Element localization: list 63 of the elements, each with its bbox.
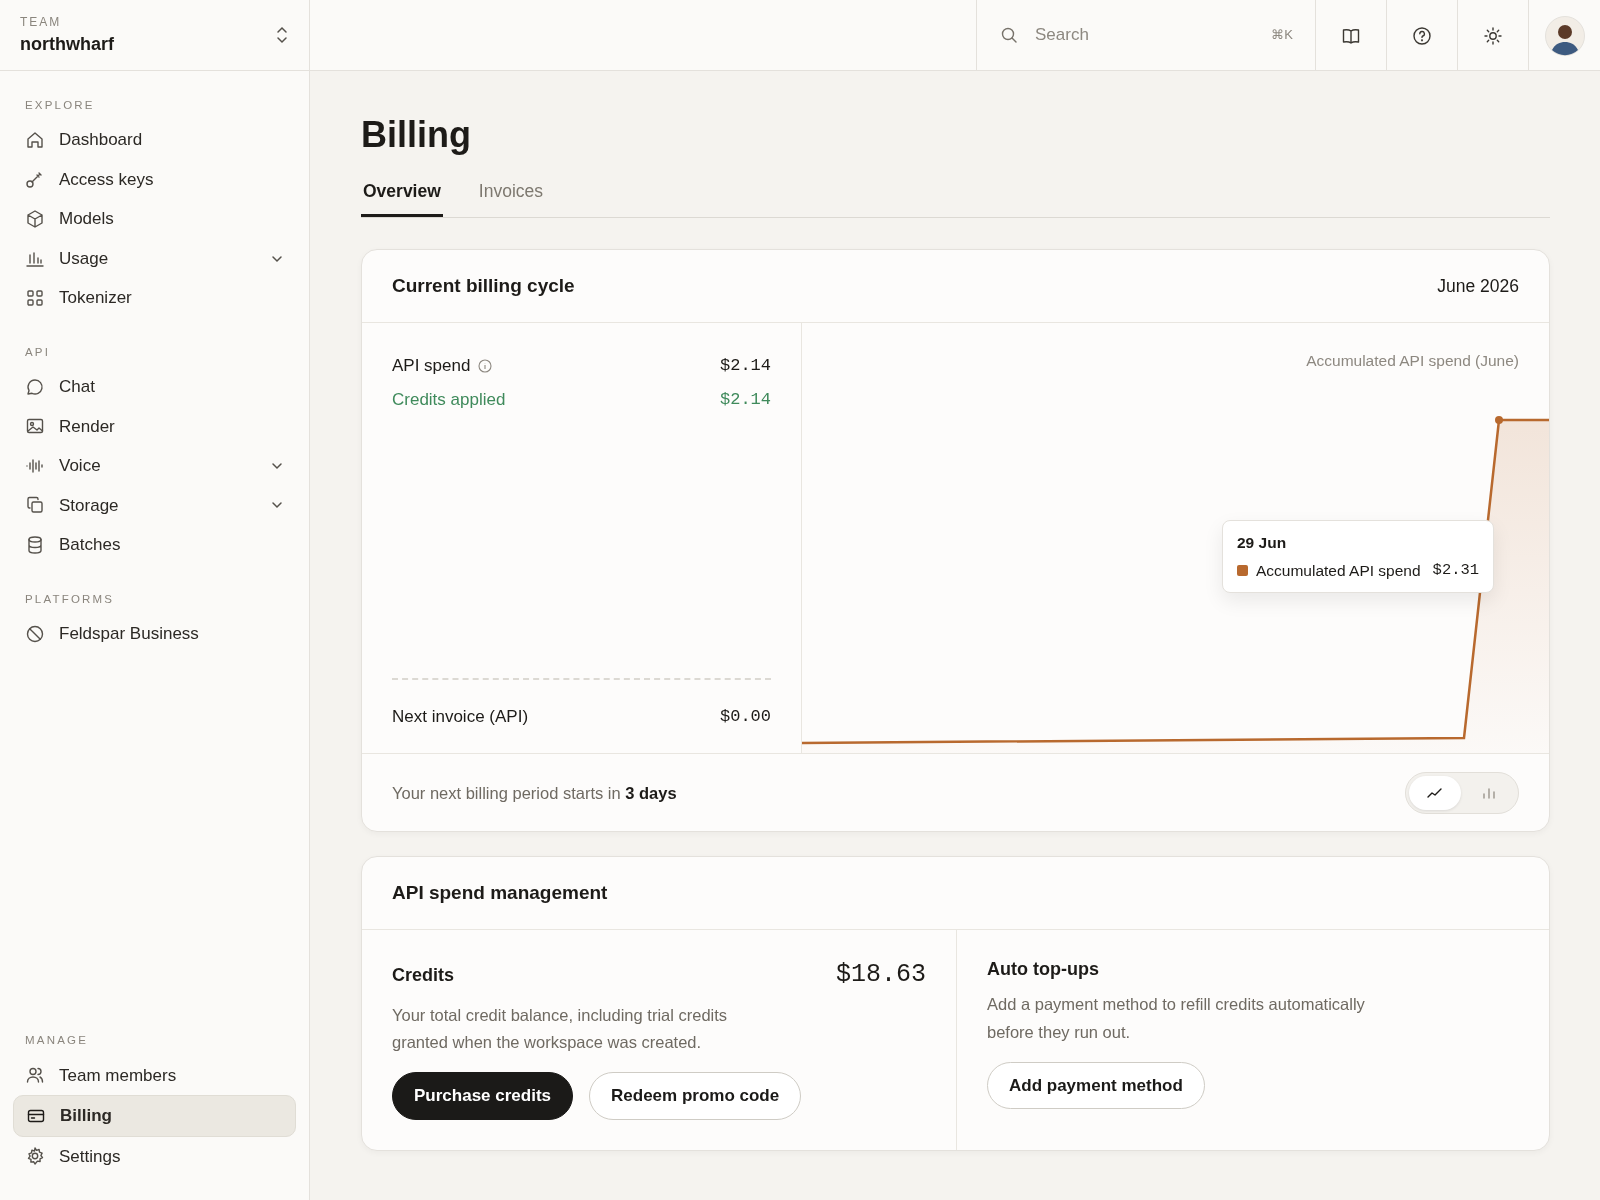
chart-view-toggle[interactable] — [1409, 775, 1461, 810]
sidebar-item[interactable]: Chat — [13, 367, 296, 407]
team-switcher-icon[interactable] — [275, 26, 289, 44]
sidebar-item[interactable]: Render — [13, 406, 296, 446]
sun-icon — [1483, 25, 1503, 46]
chat-bubble-icon — [25, 376, 45, 397]
tooltip-value: $2.31 — [1432, 559, 1480, 581]
card-title: API spend management — [392, 881, 608, 906]
team-name: northwharf — [20, 32, 114, 56]
section-title: Auto top-ups — [987, 958, 1100, 982]
line-amount: $2.14 — [720, 355, 771, 378]
action-button[interactable]: Redeem promo code — [589, 1072, 802, 1120]
sidebar-item[interactable]: Storage — [13, 485, 296, 525]
action-button[interactable]: Purchase credits — [392, 1072, 573, 1120]
page-title: Billing — [361, 113, 472, 157]
section-heading: EXPLORE — [24, 98, 96, 113]
line-label: Credits applied — [392, 388, 506, 411]
sidebar-item[interactable]: Tokenizer — [13, 278, 296, 318]
tab[interactable]: Overview — [361, 178, 443, 218]
sidebar-item[interactable]: Models — [13, 199, 296, 239]
sidebar-item[interactable]: Feldspar Business — [13, 613, 296, 654]
line-label: API spend — [392, 355, 471, 378]
sidebar-item[interactable]: Settings — [13, 1136, 296, 1176]
series-name: Accumulated API spend — [1256, 560, 1421, 581]
billing-period: June 2026 — [1437, 275, 1519, 299]
search-field[interactable]: Search — [1033, 21, 1258, 49]
info-icon[interactable] — [478, 359, 493, 374]
sidebar-item[interactable]: Access keys — [13, 159, 296, 200]
chart-title: Accumulated API spend (June) — [1306, 351, 1519, 372]
credits-description: Your total credit balance, including trial credits granted when the workspace was created. — [392, 1004, 729, 1054]
sidebar-item[interactable]: Team members — [13, 1055, 296, 1095]
help-icon — [1412, 25, 1432, 46]
card-title: Current billing cycle — [392, 274, 575, 299]
sidebar-item[interactable]: Voice — [13, 446, 296, 486]
shortcut-hint: ⌘K — [1271, 26, 1293, 45]
home-icon — [25, 130, 45, 150]
sidebar-item[interactable]: Usage — [13, 238, 296, 279]
section-heading: API — [24, 344, 52, 360]
section-title: Credits — [392, 963, 454, 987]
sidebar-item[interactable]: Batches — [13, 525, 296, 565]
tooltip-date: 29 Jun — [1237, 533, 1288, 554]
cube-icon — [25, 209, 45, 229]
copy-icon — [25, 495, 45, 516]
search-icon — [999, 25, 1019, 45]
line-amount: $0.00 — [720, 705, 771, 728]
people-icon — [25, 1065, 45, 1086]
prohibited-icon — [25, 623, 45, 644]
team-label: TEAM — [20, 13, 63, 31]
line-label: Next invoice (API) — [392, 705, 529, 728]
database-icon — [25, 534, 45, 555]
line-amount: $2.14 — [720, 388, 771, 411]
avatar-icon — [1544, 15, 1585, 56]
action-button[interactable]: Add payment method — [987, 1061, 1205, 1110]
grid-icon — [25, 288, 45, 308]
credit-balance: $18.63 — [836, 959, 926, 992]
section-heading: MANAGE — [24, 1033, 90, 1049]
tab[interactable]: Invoices — [476, 178, 546, 218]
section-heading: PLATFORMS — [24, 591, 116, 607]
billing-period-note: Your next billing period starts in 3 days — [392, 782, 677, 804]
sidebar-item[interactable]: Dashboard — [13, 120, 296, 160]
sidebar-item[interactable]: Billing — [13, 1095, 296, 1137]
gear-icon — [25, 1146, 45, 1167]
auto-topups-description: Add a payment method to refill credits automatically before they run out. — [987, 994, 1366, 1043]
